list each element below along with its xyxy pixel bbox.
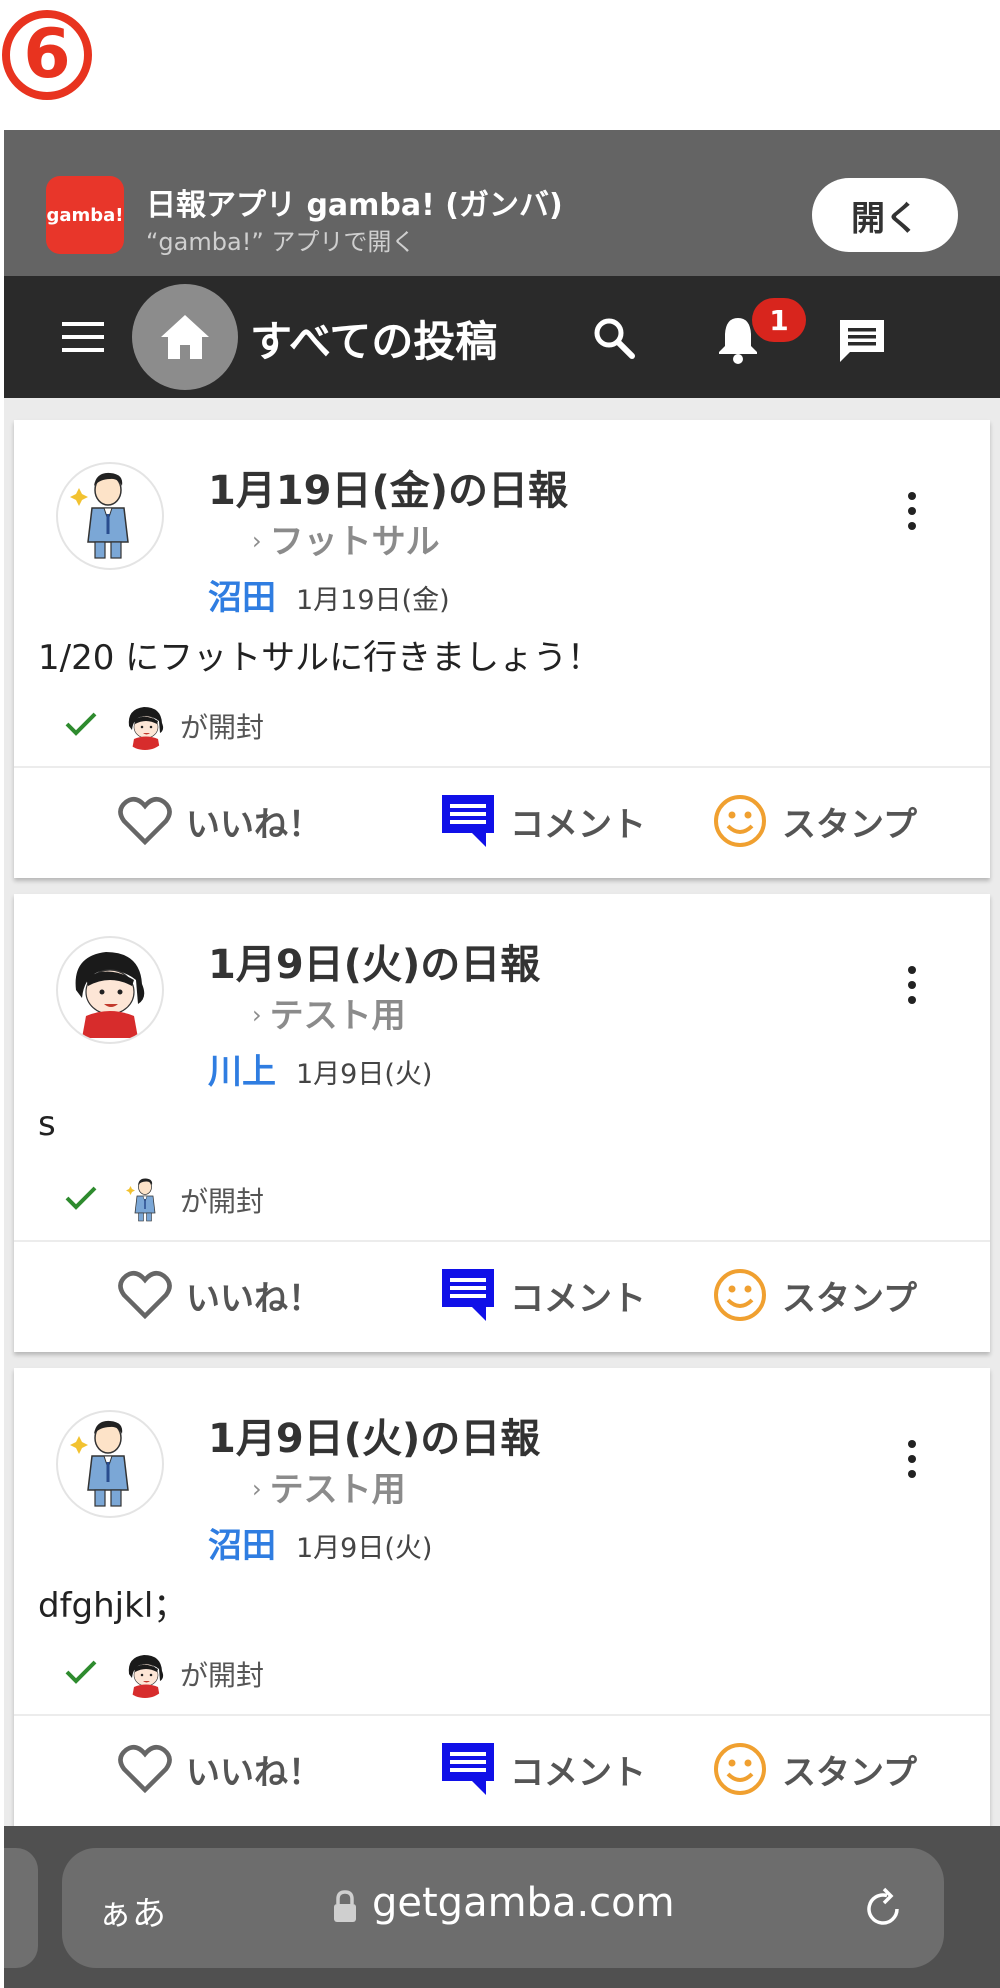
post-actions: いいね！ コメント スタンプ (14, 768, 990, 878)
comment-button[interactable]: コメント (440, 1736, 646, 1802)
comment-button[interactable]: コメント (440, 788, 646, 854)
read-label: が開封 (180, 1659, 265, 1692)
message-icon[interactable] (838, 318, 886, 364)
post-card[interactable]: 1月19日(金)の日報 › フットサル 沼田 1月19日(金) 1/20 にフット… (14, 420, 990, 878)
post-body: s (38, 1104, 56, 1144)
post-date: 1月9日(火) (296, 1533, 433, 1564)
url-text[interactable]: getgamba.com (372, 1880, 675, 1926)
more-options-icon[interactable] (902, 492, 922, 536)
post-date: 1月19日(金) (296, 585, 450, 616)
comment-icon (442, 1269, 494, 1321)
phone-screen: gamba! 日報アプリ gamba! (ガンバ) “gamba!” アプリで開… (4, 130, 1000, 1988)
post-author[interactable]: 沼田 (208, 1518, 276, 1567)
post-title[interactable]: 1月19日(金)の日報 (208, 458, 568, 516)
post-card[interactable]: 1月9日(火)の日報 › テスト用 川上 1月9日(火) s が開封 いいね！ コ… (14, 894, 990, 1352)
post-group[interactable]: › テスト用 (252, 988, 406, 1037)
post-body: dfghjkl； (38, 1586, 188, 1626)
notification-badge: 1 (752, 298, 806, 342)
stamp-button[interactable]: スタンプ (712, 1262, 917, 1328)
stamp-button[interactable]: スタンプ (712, 788, 917, 854)
smiley-icon (714, 1743, 766, 1795)
banner-title: 日報アプリ gamba! (ガンバ) (146, 188, 563, 223)
text-size-button[interactable]: ぁあ (98, 1886, 166, 1935)
page-title: すべての投稿 (250, 317, 498, 366)
address-bar[interactable]: ぁあ getgamba.com (62, 1848, 944, 1968)
heart-icon (118, 1271, 172, 1320)
more-options-icon[interactable] (902, 1440, 922, 1484)
check-icon (65, 712, 97, 736)
check-icon (65, 1660, 97, 1684)
post-title[interactable]: 1月9日(火)の日報 (208, 1406, 540, 1464)
author-avatar[interactable] (56, 1410, 164, 1518)
app-header: すべての投稿 1 (4, 276, 1000, 398)
browser-toolbar: ぁあ getgamba.com (4, 1826, 1000, 1988)
author-avatar[interactable] (56, 936, 164, 1044)
lock-icon (334, 1890, 356, 1922)
home-button[interactable] (132, 284, 238, 390)
reload-icon[interactable] (860, 1886, 906, 1932)
previous-tab[interactable] (4, 1848, 38, 1968)
post-actions: いいね！ コメント スタンプ (14, 1716, 990, 1826)
post-card[interactable]: 1月9日(火)の日報 › テスト用 沼田 1月9日(火) dfghjkl； が開封… (14, 1368, 990, 1826)
reader-avatar (120, 1174, 170, 1224)
post-actions: いいね！ コメント スタンプ (14, 1242, 990, 1352)
check-icon (65, 1186, 97, 1210)
post-body: 1/20 にフットサルに行きましょう！ (38, 638, 602, 678)
heart-icon (118, 797, 172, 846)
more-options-icon[interactable] (902, 966, 922, 1010)
like-button[interactable]: いいね！ (118, 788, 322, 854)
hamburger-menu-icon[interactable] (62, 322, 104, 352)
post-group[interactable]: › フットサル (252, 514, 440, 563)
open-app-button[interactable]: 開く (812, 178, 958, 252)
post-group[interactable]: › テスト用 (252, 1462, 406, 1511)
reader-avatar (120, 700, 170, 750)
like-button[interactable]: いいね！ (118, 1262, 322, 1328)
post-date: 1月9日(火) (296, 1059, 433, 1090)
post-title[interactable]: 1月9日(火)の日報 (208, 932, 540, 990)
read-label: が開封 (180, 1185, 265, 1218)
banner-subtitle: “gamba!” アプリで開く (146, 228, 416, 256)
gamba-app-icon: gamba! (46, 176, 124, 254)
post-author[interactable]: 川上 (208, 1044, 276, 1093)
comment-icon (442, 1743, 494, 1795)
smiley-icon (714, 1269, 766, 1321)
like-button[interactable]: いいね！ (118, 1736, 322, 1802)
comment-icon (442, 795, 494, 847)
smart-app-banner: gamba! 日報アプリ gamba! (ガンバ) “gamba!” アプリで開… (4, 130, 1000, 276)
stamp-button[interactable]: スタンプ (712, 1736, 917, 1802)
read-label: が開封 (180, 711, 265, 744)
chevron-right-icon: › (252, 1475, 262, 1503)
home-icon (161, 315, 209, 359)
reader-avatar (120, 1648, 170, 1698)
author-avatar[interactable] (56, 462, 164, 570)
search-icon[interactable] (592, 316, 636, 360)
comment-button[interactable]: コメント (440, 1262, 646, 1328)
smiley-icon (714, 795, 766, 847)
chevron-right-icon: › (252, 527, 262, 555)
chevron-right-icon: › (252, 1001, 262, 1029)
heart-icon (118, 1745, 172, 1794)
step-marker: 6 (2, 10, 92, 100)
post-author[interactable]: 沼田 (208, 570, 276, 619)
